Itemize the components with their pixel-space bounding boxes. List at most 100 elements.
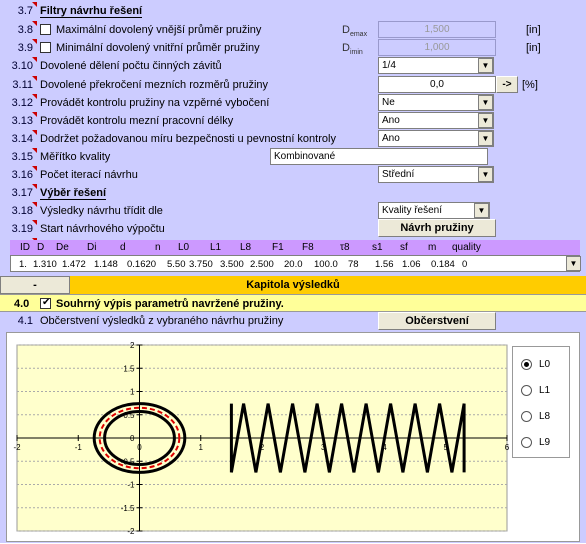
table-cell: 0.184 (431, 259, 455, 270)
table-cell: 0.1620 (127, 259, 157, 270)
x-tick-label: 6 (505, 443, 510, 452)
chevron-down-icon[interactable]: ▼ (478, 167, 493, 182)
legend-label: L9 (539, 437, 551, 448)
row-num: 3.16 (0, 166, 37, 181)
form-row: 3.9 Minimální dovolený vnitřní průměr pru… (0, 39, 586, 57)
spring-chart: -2 -1 0 1 2 3 4 5 6 2 1.5 1 0.5 0 -0.5 -1 -1.5 -2 (6, 332, 580, 542)
form-row: 3.16 Počet iterací návrhu Střední ▼ (0, 166, 586, 184)
table-cell: 1.148 (94, 259, 118, 270)
design-spring-button[interactable]: Návrh pružiny (378, 219, 496, 237)
chevron-down-icon[interactable]: ▼ (478, 95, 493, 110)
field-label: Start návrhového výpočtu (40, 223, 165, 235)
refresh-button[interactable]: Občerstvení (378, 312, 496, 330)
option-select[interactable]: Ano (378, 130, 494, 147)
results-table-values[interactable]: 1. 1.310 1.472 1.148 0.1620 5.50 3.750 3.500 2.5… (10, 255, 580, 272)
unit-label: [in] (526, 24, 541, 36)
table-cell: 1.06 (402, 259, 421, 270)
row-num: 4.1 (17, 315, 33, 327)
y-tick-label: -1.5 (121, 504, 135, 513)
table-column-header: τ8 (340, 242, 350, 253)
table-column-header: L8 (240, 242, 252, 253)
option-select[interactable]: Střední (378, 166, 494, 183)
form-row: 3.15 Měřítko kvality Kombinované (0, 148, 586, 166)
comment-marker-icon (32, 130, 37, 135)
table-column-header: n (155, 242, 161, 253)
row-num: 3.8 (0, 21, 37, 36)
field-label: Provádět kontrolu mezní pracovní délky (40, 115, 234, 127)
filter-checkbox[interactable] (40, 42, 51, 53)
field-label: Počet iterací návrhu (40, 169, 138, 181)
unit-label: [%] (522, 79, 538, 91)
field-label: Provádět kontrolu pružiny na vzpěrné vyb… (40, 97, 270, 109)
table-column-header: L1 (210, 242, 222, 253)
summary-checkbox[interactable]: ✔ (40, 297, 51, 309)
y-tick-label: 0 (130, 434, 135, 443)
comment-marker-icon (32, 2, 37, 7)
legend-radio[interactable] (521, 385, 532, 396)
filter-checkbox[interactable] (40, 24, 51, 35)
chevron-down-icon[interactable]: ▼ (478, 113, 493, 128)
form-row: 3.11 Dovolené překročení mezních rozměrů … (0, 76, 586, 94)
field-label: Dovolené dělení počtu činných závitů (40, 60, 222, 72)
limit-value-field[interactable]: 1,000 (378, 39, 496, 56)
row-num: 3.13 (0, 112, 37, 127)
table-cell: 0 (462, 259, 468, 270)
row-num: 3.9 (0, 39, 37, 54)
row-num: 3.12 (0, 94, 37, 109)
form-row: 3.10 Dovolené dělení počtu činných závitů… (0, 57, 586, 75)
row-num: 3.10 (0, 57, 37, 72)
limit-value-field[interactable]: 1,500 (378, 21, 496, 38)
legend-label: L8 (539, 411, 551, 422)
symbol-label: Demax (342, 24, 368, 39)
table-cell: 1.56 (375, 259, 394, 270)
y-tick-label: 1 (130, 388, 135, 397)
summary-num: 4.0 (14, 298, 30, 310)
comment-marker-icon (32, 166, 37, 171)
table-cell: 78 (348, 259, 359, 270)
legend-radio[interactable] (521, 411, 532, 422)
row-num: 3.11 (0, 76, 37, 91)
x-tick-label: 1 (199, 443, 204, 452)
option-select[interactable]: Ne (378, 94, 494, 111)
option-select[interactable]: 1/4 (378, 57, 494, 74)
row-num: 3.7 (0, 2, 37, 17)
y-tick-label: 2 (130, 341, 135, 350)
field-label: Výběr řešení (40, 187, 107, 200)
legend-radio[interactable] (521, 359, 532, 370)
summary-row: 4.0 ✔ Souhrný výpis parametrů navržené p… (0, 294, 586, 312)
table-column-header: Di (87, 242, 97, 253)
chevron-down-icon[interactable]: ▼ (474, 203, 489, 218)
comment-marker-icon (32, 184, 37, 189)
field-label: Měřítko kvality (40, 151, 111, 163)
table-column-header: sf (400, 242, 408, 253)
summary-label: Souhrný výpis parametrů navržené pružiny… (56, 298, 284, 310)
chevron-down-icon[interactable]: ▼ (478, 58, 493, 73)
table-cell: 1.472 (62, 259, 86, 270)
comment-marker-icon (32, 220, 37, 225)
form-row: 3.18 Výsledky návrhu třídit dle Kvality ře… (0, 202, 586, 220)
field-label: Dovolené překročení mezních rozměrů pruž… (40, 79, 269, 91)
form-row: 3.14 Dodržet požadovanou míru bezpečnosti… (0, 130, 586, 148)
table-cell: 1. (19, 259, 27, 270)
legend-radio[interactable] (521, 437, 532, 448)
comment-marker-icon (32, 39, 37, 44)
row-num: 3.14 (0, 130, 37, 145)
field-label: Minimální dovolený vnitřní průměr pružin… (56, 42, 260, 54)
form-row: 3.13 Provádět kontrolu mezní pracovní dél… (0, 112, 586, 130)
tolerance-value-field[interactable]: 0,0 (378, 76, 496, 93)
option-select[interactable]: Ano (378, 112, 494, 129)
results-dropdown-button[interactable]: ▼ (566, 256, 581, 271)
table-cell: 100.0 (314, 259, 338, 270)
row-num: 3.19 (0, 220, 37, 235)
arrow-button[interactable]: -> (496, 76, 518, 93)
legend-label: L0 (539, 359, 551, 370)
chapter-bar: Kapitola výsledků (0, 276, 586, 294)
chapter-label: Kapitola výsledků (246, 279, 340, 291)
row-num: 3.18 (0, 202, 37, 217)
option-select[interactable]: Kombinované (270, 148, 488, 165)
table-cell: 5.50 (167, 259, 186, 270)
table-cell: 2.500 (250, 259, 274, 270)
y-tick-label: -2 (127, 527, 135, 536)
chapter-collapse-button[interactable]: - (0, 276, 70, 294)
chevron-down-icon[interactable]: ▼ (478, 131, 493, 146)
